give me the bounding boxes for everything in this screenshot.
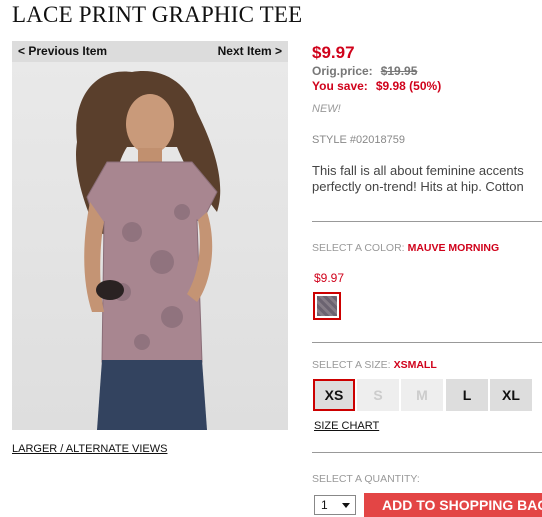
- size-option-xl[interactable]: XL: [490, 379, 532, 411]
- item-nav-bar: < Previous Item Next Item >: [12, 41, 288, 62]
- quantity-select[interactable]: 1: [314, 495, 356, 515]
- size-label: SELECT A SIZE: XSMALL: [312, 359, 437, 371]
- description-line: perfectly on-trend! Hits at hip. Cotton: [312, 179, 524, 194]
- previous-item-link[interactable]: < Previous Item: [18, 44, 107, 58]
- sale-price: $9.97: [312, 43, 355, 62]
- orig-price-value: $19.95: [380, 64, 418, 78]
- orig-price-label: Orig.price:: [312, 64, 373, 78]
- product-title: LACE PRINT GRAPHIC TEE: [12, 2, 303, 27]
- model-photo: [76, 71, 221, 430]
- add-to-bag-button[interactable]: ADD TO SHOPPING BAG: [364, 493, 542, 517]
- divider: [312, 452, 542, 453]
- chevron-down-icon: [342, 503, 350, 508]
- size-option-m[interactable]: M: [401, 379, 443, 411]
- divider: [312, 342, 542, 343]
- selected-color: MAUVE MORNING: [407, 242, 500, 254]
- size-option-l[interactable]: L: [446, 379, 488, 411]
- size-chart-link[interactable]: SIZE CHART: [314, 420, 379, 432]
- size-option-xs[interactable]: XS: [313, 379, 355, 411]
- color-swatch-mauve-morning[interactable]: [313, 292, 341, 320]
- style-number: STYLE #02018759: [312, 134, 405, 146]
- selected-size: XSMALL: [393, 359, 437, 371]
- quantity-value: 1: [321, 498, 328, 512]
- product-image[interactable]: [12, 62, 288, 430]
- product-description: This fall is all about feminine accents …: [312, 163, 542, 199]
- next-item-link[interactable]: Next Item >: [218, 44, 282, 58]
- savings-value: $9.98 (50%): [375, 79, 442, 93]
- savings: You save: $9.98 (50%): [312, 79, 441, 93]
- swatch-price: $9.97: [314, 271, 345, 285]
- divider: [312, 221, 542, 222]
- quantity-label: SELECT A QUANTITY:: [312, 473, 420, 485]
- color-label-text: SELECT A COLOR:: [312, 242, 405, 254]
- original-price: Orig.price: $19.95: [312, 64, 417, 78]
- color-label: SELECT A COLOR: MAUVE MORNING: [312, 242, 499, 254]
- size-option-s[interactable]: S: [357, 379, 399, 411]
- savings-label: You save:: [312, 79, 368, 93]
- size-label-text: SELECT A SIZE:: [312, 359, 391, 371]
- description-line: This fall is all about feminine accents: [312, 163, 524, 178]
- new-badge: NEW!: [312, 103, 341, 115]
- alternate-views-link[interactable]: LARGER / ALTERNATE VIEWS: [12, 443, 167, 455]
- swatch-chip: [317, 296, 337, 316]
